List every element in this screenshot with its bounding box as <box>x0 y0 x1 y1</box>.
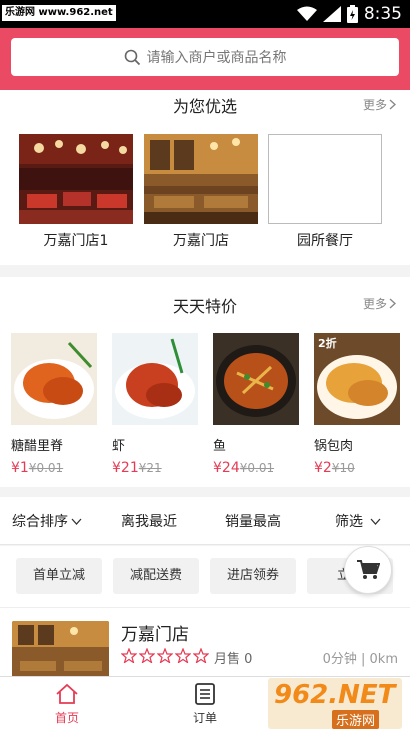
star-icon <box>175 648 191 663</box>
recommend-item-label: 万嘉门店1 <box>43 233 109 249</box>
deal-price-now: ¥21 <box>112 460 139 476</box>
rating-stars <box>121 648 209 663</box>
chevron-right-icon <box>389 99 396 110</box>
star-icon <box>193 648 209 663</box>
deals-more-link[interactable]: 更多 <box>363 295 396 312</box>
search-icon <box>124 49 140 65</box>
cart-button[interactable] <box>344 546 392 594</box>
more-label: 更多 <box>362 297 387 311</box>
watermark-label: 乐游网 www.962.net <box>2 5 116 21</box>
store-distance: 0km <box>369 652 398 667</box>
deal-item-4[interactable]: 2折 锅包肉 ¥2¥10 <box>314 333 400 476</box>
star-icon <box>157 648 173 663</box>
search-input[interactable]: 请输入商户或商品名称 <box>11 38 399 76</box>
cart-icon <box>357 560 380 579</box>
monthly-sales: 月售 0 <box>214 652 253 667</box>
deal-item-1[interactable]: 糖醋里脊 ¥1¥0.01 <box>11 333 97 476</box>
recommend-item-label: 万嘉门店 <box>173 233 229 249</box>
deal-name: 鱼 <box>213 439 227 454</box>
star-icon <box>139 648 155 663</box>
recommend-section: 为您优选 更多 万嘉门店1 万嘉门店 园所餐厅 <box>0 90 410 265</box>
sort-label: 销量最高 <box>225 514 281 530</box>
deal-item-3[interactable]: 鱼 ¥24¥0.01 <box>213 333 299 476</box>
tab-home[interactable]: 首页 <box>27 681 107 726</box>
battery-charging-icon <box>346 5 358 23</box>
restaurant-image-placeholder <box>268 134 382 224</box>
delivery-info: 0分钟 | 0km <box>322 652 398 667</box>
recommend-item-1[interactable]: 万嘉门店1 <box>19 134 133 250</box>
deal-price: ¥24¥0.01 <box>213 460 299 476</box>
signal-icon <box>322 6 341 22</box>
tab-label: 订单 <box>192 711 217 725</box>
deal-price: ¥21¥21 <box>112 460 198 476</box>
tab-label: 首页 <box>54 711 79 725</box>
store-name: 万嘉门店 <box>121 625 189 645</box>
delivery-time: 0分钟 <box>322 652 357 667</box>
watermark-sub: 乐游网 <box>332 710 380 729</box>
status-icons: 8:35 <box>296 4 402 24</box>
deal-price-old: ¥10 <box>331 461 355 475</box>
deal-price-old: ¥0.01 <box>239 461 275 475</box>
order-list-icon <box>195 683 215 705</box>
deal-price-old: ¥0.01 <box>28 461 64 475</box>
deal-name: 虾 <box>112 439 126 454</box>
deals-section: 天天特价 更多 糖醋里脊 ¥1¥0.01 虾 ¥21¥21 鱼 ¥24¥0.01… <box>0 277 410 487</box>
recommend-item-3[interactable]: 园所餐厅 <box>268 134 382 250</box>
watermark-brand: 962.NET <box>274 680 396 710</box>
filter-button[interactable]: 筛选 <box>335 511 381 531</box>
deal-price-old: ¥21 <box>138 461 162 475</box>
deal-price: ¥1¥0.01 <box>11 460 97 476</box>
chevron-down-icon <box>71 518 82 525</box>
dish-image <box>11 333 97 425</box>
restaurant-image <box>19 134 133 224</box>
chevron-down-icon <box>370 518 381 525</box>
deal-name: 糖醋里脊 <box>11 439 64 454</box>
sort-label: 综合排序 <box>12 514 68 530</box>
deals-title: 天天特价 <box>172 297 237 316</box>
search-placeholder: 请输入商户或商品名称 <box>146 50 287 66</box>
sort-best-selling[interactable]: 销量最高 <box>225 511 281 531</box>
dish-image <box>213 333 299 425</box>
chevron-right-icon <box>389 298 396 309</box>
discount-badge: 2折 <box>318 337 337 350</box>
deal-price-now: ¥24 <box>213 460 240 476</box>
dish-image: 2折 <box>314 333 400 425</box>
deal-price-now: ¥2 <box>314 460 332 476</box>
recommend-more-link[interactable]: 更多 <box>363 96 396 113</box>
star-icon <box>121 648 137 663</box>
deal-item-2[interactable]: 虾 ¥21¥21 <box>112 333 198 476</box>
sort-comprehensive[interactable]: 综合排序 <box>12 511 82 531</box>
wifi-icon <box>296 6 317 21</box>
more-label: 更多 <box>362 98 387 112</box>
sort-bar: 综合排序 离我最近 销量最高 筛选 <box>0 497 410 545</box>
search-header: 请输入商户或商品名称 <box>0 28 410 90</box>
recommend-item-2[interactable]: 万嘉门店 <box>144 134 258 250</box>
deal-price: ¥2¥10 <box>314 460 400 476</box>
recommend-item-label: 园所餐厅 <box>297 233 353 249</box>
sort-label: 筛选 <box>335 514 363 530</box>
deal-name: 锅包肉 <box>314 439 354 454</box>
status-bar: 乐游网 www.962.net 8:35 <box>0 0 410 28</box>
dish-image <box>112 333 198 425</box>
recommend-title: 为您优选 <box>172 97 237 116</box>
restaurant-image <box>144 134 258 224</box>
tag-first-order[interactable]: 首单立减 <box>16 558 102 594</box>
home-icon <box>56 683 78 704</box>
deal-price-now: ¥1 <box>11 460 29 476</box>
clock: 8:35 <box>363 4 402 24</box>
sort-nearest[interactable]: 离我最近 <box>121 511 177 531</box>
sort-label: 离我最近 <box>121 514 177 530</box>
site-watermark: 962.NET 乐游网 <box>268 678 402 729</box>
tag-delivery-discount[interactable]: 减配送费 <box>113 558 199 594</box>
tag-store-coupon[interactable]: 进店领券 <box>210 558 296 594</box>
tab-orders[interactable]: 订单 <box>165 681 245 726</box>
